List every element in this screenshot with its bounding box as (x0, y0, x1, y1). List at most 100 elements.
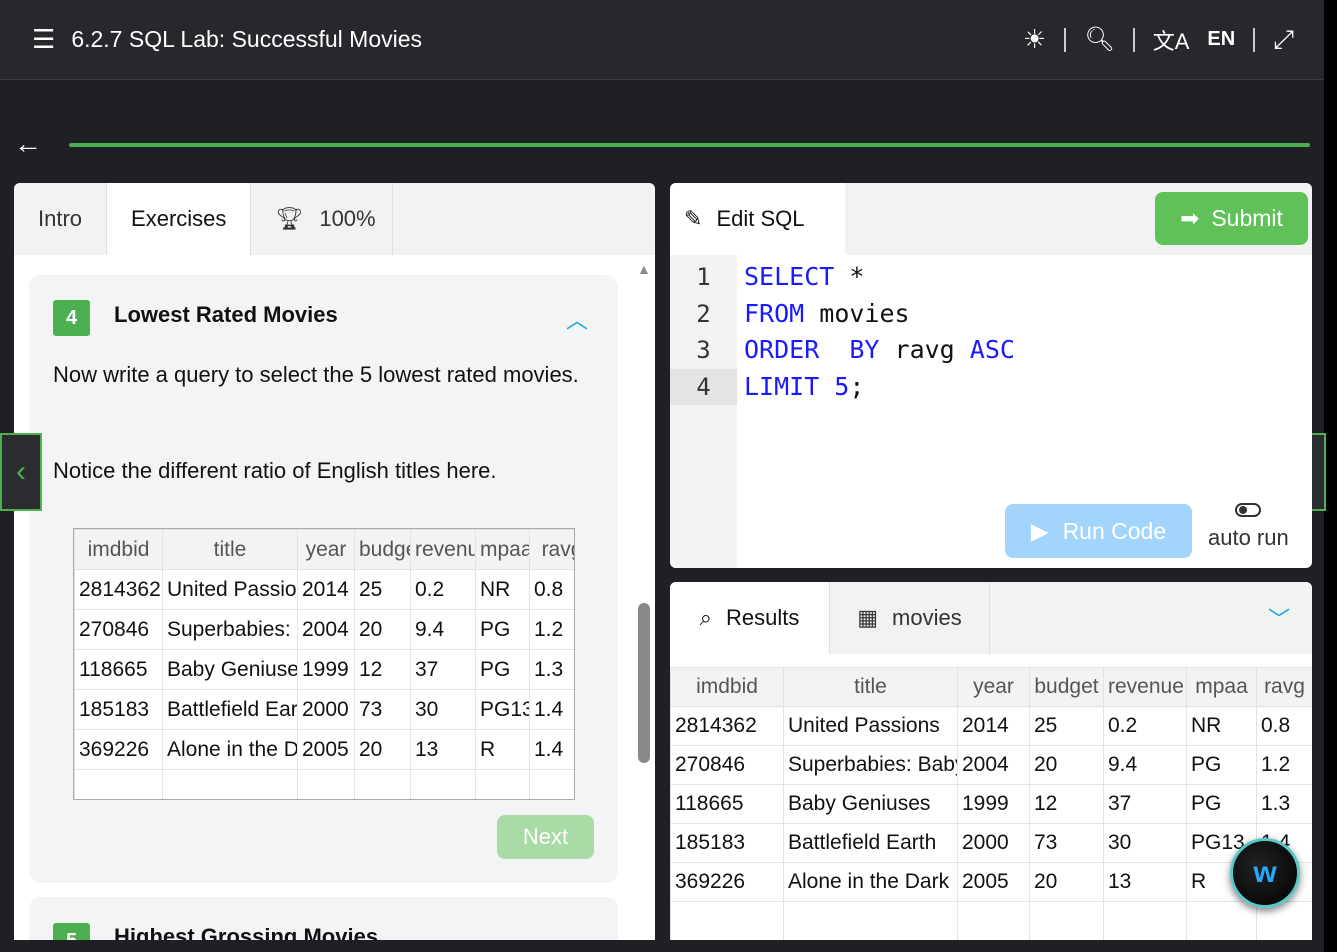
table-cell: Alone in the Dark (783, 862, 958, 902)
chevron-down-icon[interactable]: ﹀ (1268, 602, 1290, 634)
table-cell: 12 (1029, 784, 1104, 824)
score-label: 100% (319, 206, 376, 231)
code-line[interactable]: ORDER BY ravg ASC (744, 332, 1015, 368)
tab-label: Results (725, 605, 800, 630)
code-line[interactable]: SELECT * (744, 259, 864, 295)
progress-bar (69, 143, 1310, 147)
auto-run-toggle[interactable]: auto run (1208, 503, 1289, 551)
tab-results[interactable]: ⌕ Results (670, 582, 830, 654)
column-header[interactable]: budget (354, 529, 411, 570)
fullscreen-icon[interactable]: ⤢ (1273, 24, 1294, 56)
table-cell: NR (1186, 706, 1257, 746)
line-number: 1 (696, 263, 711, 291)
tab-label: movies (892, 605, 962, 630)
table-cell: 20 (354, 729, 411, 770)
code-line[interactable]: FROM movies (744, 296, 910, 332)
table-cell (162, 769, 298, 799)
column-header[interactable]: mpaa (1186, 667, 1257, 707)
empty-row (74, 769, 574, 799)
empty-row (670, 901, 1312, 940)
submit-arrow-icon: ➡ (1180, 205, 1200, 231)
table-cell: PG (1186, 784, 1257, 824)
table-cell: 13 (1103, 862, 1187, 902)
divider (1064, 27, 1067, 52)
table-cell: 2814362 (670, 706, 784, 746)
column-header[interactable]: mpaa (475, 529, 530, 570)
exercise-card-next[interactable]: 5 Highest Grossing Movies (29, 897, 618, 940)
table-cell (1103, 901, 1187, 940)
table-cell: 9.4 (1103, 745, 1187, 785)
search-icon[interactable]: 🔍︎ (1084, 25, 1114, 54)
tab-score[interactable]: 🏆︎ 100% (251, 183, 394, 255)
column-header[interactable]: imdbid (74, 529, 163, 570)
table-cell: 270846 (670, 745, 784, 785)
table-cell: United Passions (783, 706, 958, 746)
table-cell: 1.3 (1256, 784, 1312, 824)
next-button[interactable]: Next (497, 815, 594, 859)
table-cell: 73 (1029, 823, 1104, 863)
table-cell: 1.2 (529, 609, 574, 650)
table-cell: 20 (354, 609, 411, 650)
table-row: 369226Alone in the Dark20052013R1.4 (670, 862, 1312, 902)
table-cell: Baby Geniuses (162, 649, 298, 690)
column-header[interactable]: title (783, 667, 958, 707)
table-cell: Battlefield Earth (162, 689, 298, 730)
table-row: 270846Superbabies: Baby Geniuses 2200420… (670, 745, 1312, 785)
tab-edit-sql[interactable]: ✎ Edit SQL (670, 183, 845, 255)
assistant-beta-badge[interactable]: w (1230, 838, 1300, 908)
scroll-up-icon[interactable]: ▲ (637, 261, 651, 277)
exercise-card: 4 Lowest Rated Movies ︿ Now write a quer… (29, 275, 618, 883)
table-cell: 1.2 (1256, 745, 1312, 785)
column-header[interactable]: imdbid (670, 667, 784, 707)
tab-exercises[interactable]: Exercises (107, 183, 252, 255)
table-cell: 0.8 (529, 569, 574, 610)
table-row: 270846Superbabies: Baby Geniuses 2200420… (74, 609, 574, 650)
tab-intro[interactable]: Intro (14, 183, 108, 255)
column-header[interactable]: title (162, 529, 298, 570)
column-header[interactable]: revenue (410, 529, 476, 570)
column-header[interactable]: year (297, 529, 355, 570)
column-header[interactable]: year (957, 667, 1030, 707)
play-icon: ▶ (1030, 517, 1049, 544)
table-cell: 37 (1103, 784, 1187, 824)
table-cell: 2005 (297, 729, 355, 770)
submit-button[interactable]: ➡ Submit (1155, 192, 1308, 245)
table-cell: 1999 (957, 784, 1030, 824)
exercise-note: Notice the different ratio of English ti… (53, 458, 497, 483)
sql-keyword: SELECT (744, 262, 835, 291)
back-arrow-icon[interactable]: ← (14, 128, 42, 160)
language-button[interactable]: EN (1207, 28, 1235, 51)
sql-text: movies (804, 298, 910, 328)
table-cell: 1.3 (529, 649, 574, 690)
table-cell (1186, 901, 1257, 940)
edit-icon: ✎ (684, 206, 703, 231)
line-number: 3 (696, 336, 711, 364)
column-header[interactable]: budget (1029, 667, 1104, 707)
table-cell: 185183 (74, 689, 163, 730)
menu-collapse-icon[interactable]: ☰ (32, 24, 55, 55)
column-header[interactable]: revenue (1103, 667, 1187, 707)
submit-label: Submit (1211, 205, 1283, 231)
table-cell: PG (1186, 745, 1257, 785)
sql-text: ; (849, 371, 865, 401)
tab-movies[interactable]: ▦ movies (830, 582, 990, 654)
table-cell (74, 769, 163, 799)
table-cell: 1.4 (529, 729, 574, 770)
prev-button[interactable]: ‹ (0, 433, 42, 511)
translate-icon[interactable]: 文A (1153, 24, 1190, 56)
line-number: 2 (696, 299, 711, 328)
table-cell: 0.2 (1103, 706, 1187, 746)
run-code-button[interactable]: ▶ Run Code (1005, 504, 1192, 558)
table-cell: 2005 (957, 862, 1030, 902)
header-row: imdbidtitleyearbudgetrevenuempaaravg (670, 667, 1312, 707)
table-cell (1029, 901, 1104, 940)
brightness-icon[interactable]: ☀ (1023, 24, 1046, 55)
column-header[interactable]: ravg (529, 529, 574, 570)
table-cell: 2000 (957, 823, 1030, 863)
scrollbar[interactable] (638, 603, 650, 763)
table-cell: 2000 (297, 689, 355, 730)
column-header[interactable]: ravg (1256, 667, 1312, 707)
chevron-up-icon[interactable]: ︿ (566, 303, 588, 335)
code-line[interactable]: LIMIT 5; (744, 369, 864, 405)
line-number: 4 (670, 368, 737, 405)
